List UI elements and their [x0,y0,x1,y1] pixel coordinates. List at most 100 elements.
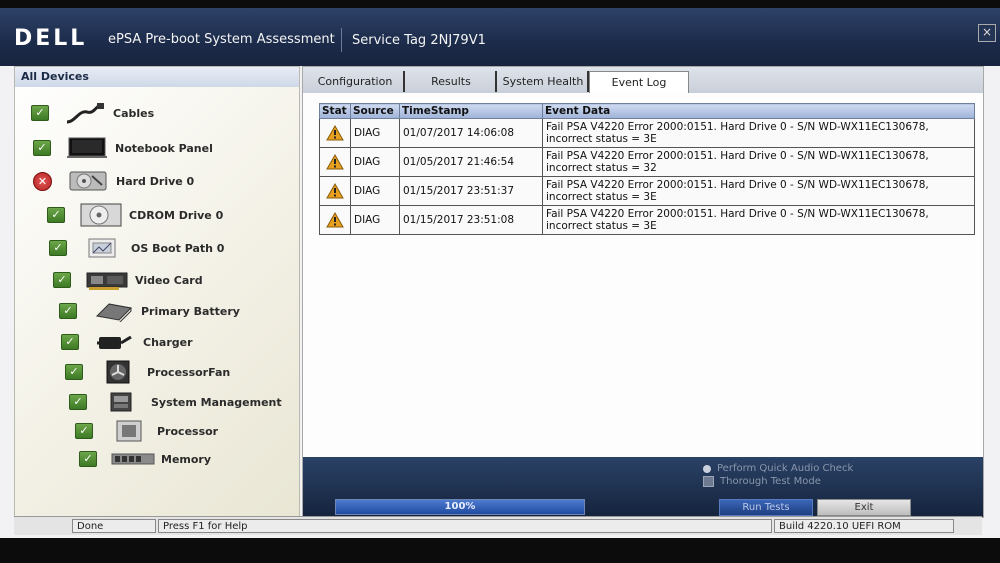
device-list-panel: All Devices ✓ Cables ✓ Notebook Panel ✕ Hard … [14,66,300,518]
pass-checkbox-icon[interactable]: ✓ [61,334,79,350]
cell-event-data: Fail PSA V4220 Error 2000:0151. Hard Dri… [542,205,975,235]
device-label: Primary Battery [141,304,240,318]
cell-timestamp: 01/05/2017 21:46:54 [399,147,543,177]
thorough-test-checkbox[interactable] [703,476,714,487]
device-item[interactable]: ✓ Processor [75,417,218,445]
device-label: Cables [113,106,155,120]
device-item[interactable]: ✓ Video Card [53,266,203,294]
warning-icon [319,147,351,177]
fail-status-icon[interactable]: ✕ [33,171,52,191]
cell-source: DIAG [350,176,400,206]
laptop-panel-icon [65,136,109,160]
device-item[interactable]: ✓ Memory [79,445,211,473]
device-item[interactable]: ✓ Primary Battery [59,297,240,325]
pass-checkbox-icon[interactable]: ✓ [79,451,97,467]
pass-checkbox-icon[interactable]: ✓ [53,272,71,288]
progress-label: 100% [444,501,476,512]
audio-check-radio[interactable] [703,464,711,473]
cable-icon [63,101,107,125]
device-list-header: All Devices [15,67,299,87]
hard-drive-icon [66,169,110,193]
pass-checkbox-icon[interactable]: ✓ [69,394,87,410]
cell-event-data: Fail PSA V4220 Error 2000:0151. Hard Dri… [542,176,975,206]
column-header-timestamp: TimeStamp [399,103,543,119]
tab-configuration[interactable]: Configuration [307,71,405,92]
charger-icon [93,330,137,354]
device-item[interactable]: ✕ Hard Drive 0 [33,167,194,195]
table-row[interactable]: DIAG 01/15/2017 23:51:08 Fail PSA V4220 Er… [319,205,975,235]
table-row[interactable]: DIAG 01/15/2017 23:51:37 Fail PSA V4220 Er… [319,176,975,206]
table-row[interactable]: DIAG 01/05/2017 21:46:54 Fail PSA V4220 Er… [319,147,975,177]
device-label: Hard Drive 0 [116,174,195,188]
column-header-stat: Stat [319,103,351,119]
thorough-test-option[interactable]: Thorough Test Mode [703,476,821,487]
main-panel: Configuration Results System Health Even… [302,66,984,518]
processor-icon [107,419,151,443]
pass-checkbox-icon[interactable]: ✓ [75,423,93,439]
title-separator [341,28,342,52]
cell-event-data: Fail PSA V4220 Error 2000:0151. Hard Dri… [542,147,975,177]
audio-check-label: Perform Quick Audio Check [717,463,854,474]
tab-bar: Configuration Results System Health Even… [303,67,983,93]
exit-button[interactable]: Exit [817,499,911,516]
run-tests-button[interactable]: Run Tests [719,499,813,516]
column-header-source: Source [350,103,400,119]
cell-source: DIAG [350,118,400,148]
fan-icon [97,360,141,384]
device-label: System Management [151,395,282,409]
dell-logo: DELL [14,26,88,51]
event-log-table: Stat Source TimeStamp Event Data DIAG 01/… [319,103,975,235]
device-item[interactable]: ✓ Notebook Panel [33,134,213,162]
video-card-icon [85,268,129,292]
cell-timestamp: 01/07/2017 14:06:08 [399,118,543,148]
warning-icon [319,176,351,206]
event-log-area: Stat Source TimeStamp Event Data DIAG 01/… [303,93,983,459]
battery-icon [91,299,135,323]
quick-audio-check-option[interactable]: Perform Quick Audio Check [703,463,853,474]
device-item[interactable]: ✓ CDROM Drive 0 [47,201,223,229]
cell-event-data: Fail PSA V4220 Error 2000:0151. Hard Dri… [542,118,975,148]
cell-source: DIAG [350,205,400,235]
device-label: OS Boot Path 0 [131,241,225,255]
table-row[interactable]: DIAG 01/07/2017 14:06:08 Fail PSA V4220 Er… [319,118,975,148]
device-label: CDROM Drive 0 [129,208,224,222]
progress-bar: 100% [335,499,585,515]
device-label: Processor [157,424,219,438]
epsa-window: DELL ePSA Pre-boot System Assessment Ser… [0,8,1000,538]
cdrom-icon [79,203,123,227]
status-bar: Done Press F1 for Help Build 4220.10 UEF… [14,516,982,535]
device-item[interactable]: ✓ Cables [31,99,154,127]
pass-checkbox-icon[interactable]: ✓ [47,207,65,223]
title-bar: DELL ePSA Pre-boot System Assessment Ser… [0,8,1000,66]
table-header-row: Stat Source TimeStamp Event Data [319,103,975,119]
pass-checkbox-icon[interactable]: ✓ [31,105,49,121]
system-management-icon [101,390,145,414]
boot-path-icon [81,236,125,260]
tab-results[interactable]: Results [407,71,497,92]
pass-checkbox-icon[interactable]: ✓ [65,364,83,380]
pass-checkbox-icon[interactable]: ✓ [49,240,67,256]
cell-source: DIAG [350,147,400,177]
memory-icon [111,447,155,471]
pass-checkbox-icon[interactable]: ✓ [59,303,77,319]
thorough-test-label: Thorough Test Mode [720,476,821,487]
cell-timestamp: 01/15/2017 23:51:37 [399,176,543,206]
tab-system-health[interactable]: System Health [499,71,589,92]
device-item[interactable]: ✓ ProcessorFan [65,358,230,386]
control-panel: Perform Quick Audio Check Thorough Test … [303,457,983,517]
warning-icon [319,118,351,148]
status-help: Press F1 for Help [158,519,772,533]
pass-checkbox-icon[interactable]: ✓ [33,140,51,156]
device-item[interactable]: ✓ System Management [69,388,282,416]
device-label: Memory [161,452,212,466]
device-label: Video Card [135,273,203,287]
app-title: ePSA Pre-boot System Assessment [108,32,335,47]
column-header-event-data: Event Data [542,103,975,119]
cell-timestamp: 01/15/2017 23:51:08 [399,205,543,235]
device-item[interactable]: ✓ OS Boot Path 0 [49,234,224,262]
tab-event-log[interactable]: Event Log [589,71,689,93]
device-label: Charger [143,335,193,349]
device-item[interactable]: ✓ Charger [61,328,193,356]
close-button[interactable]: × [978,24,996,42]
status-state: Done [72,519,156,533]
